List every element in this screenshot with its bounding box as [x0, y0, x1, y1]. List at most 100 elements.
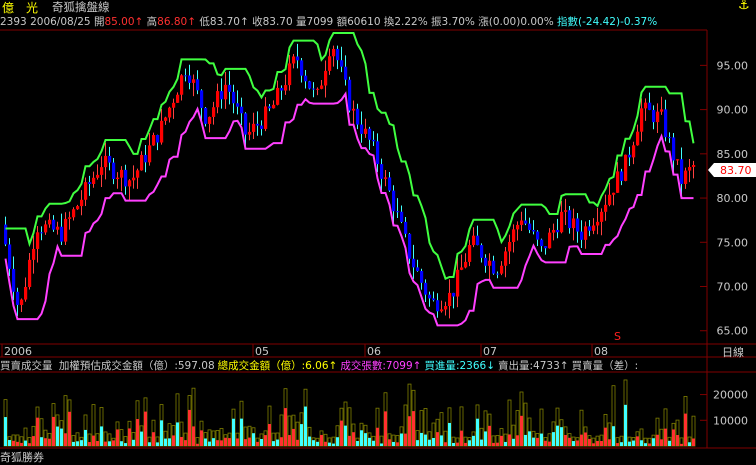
candle-body: [452, 292, 456, 297]
volume-buy-bar: [464, 442, 467, 446]
volume-buy-bar: [168, 438, 171, 446]
volume-buy-bar: [640, 440, 643, 446]
volume-buy-bar: [16, 441, 19, 446]
candle-body: [76, 206, 80, 210]
candle-body: [432, 298, 436, 301]
candle-body: [136, 170, 140, 178]
volume-buy-bar: [132, 439, 135, 446]
candle-body: [296, 56, 300, 61]
volume-buy-bar: [688, 442, 691, 446]
candle-body: [680, 159, 684, 184]
candle-body: [464, 261, 468, 268]
candle-body: [168, 107, 172, 118]
volume-buy-bar: [48, 438, 51, 446]
price-tick-label: 65.00: [717, 325, 749, 338]
candle-body: [280, 87, 284, 91]
volume-buy-bar: [196, 443, 199, 446]
volume-buy-bar: [60, 428, 63, 446]
candle-body: [480, 245, 484, 258]
candle-body: [264, 106, 268, 129]
candle-body: [248, 131, 252, 135]
candle-body: [588, 226, 592, 231]
volume-buy-bar: [432, 437, 435, 446]
candle-body: [320, 85, 324, 89]
volume-buy-bar: [560, 427, 563, 446]
volume-tick-label: 10000: [713, 414, 748, 427]
candle-body: [40, 232, 44, 234]
period-label[interactable]: 日線: [722, 345, 744, 359]
volume-buy-bar: [536, 437, 539, 446]
volume-buy-bar: [620, 442, 623, 446]
price-tick-label: 75.00: [717, 236, 749, 249]
candle-body: [144, 154, 148, 163]
chart-canvas[interactable]: 95.00 90.00 85.00 80.00 75.00 70.00 65.00 2006 0…: [0, 0, 756, 463]
candle-body: [192, 79, 196, 83]
time-tick-label: 06: [367, 345, 381, 358]
volume-tick-label: 20000: [713, 389, 748, 402]
candle-body: [496, 273, 500, 275]
candle-body: [392, 190, 396, 212]
candle-body: [572, 218, 576, 229]
candle-body: [664, 109, 668, 138]
candle-body: [400, 211, 404, 222]
volume-buy-bar: [84, 429, 87, 446]
candle-body: [208, 116, 212, 124]
candle-body: [552, 229, 556, 233]
volume-buy-bar: [148, 442, 151, 446]
volume-buy-bar: [360, 430, 363, 446]
candle-body: [556, 229, 560, 233]
volume-buy-bar: [544, 440, 547, 446]
volume-buy-bar: [328, 442, 331, 446]
volume-buy-bar: [420, 432, 423, 446]
volume-buy-bar: [100, 426, 103, 446]
candle-body: [156, 135, 160, 143]
volume-buy-bar: [256, 441, 259, 446]
volume-buy-bar: [296, 439, 299, 446]
candle-body: [88, 182, 92, 184]
volume-buy-bar: [384, 411, 387, 446]
volume-buy-bar: [568, 437, 571, 446]
candle-body: [196, 79, 200, 91]
candle-body: [328, 56, 332, 71]
volume-buy-bar: [56, 426, 59, 446]
volume-buy-bar: [208, 441, 211, 446]
candle-body: [476, 235, 480, 246]
volume-buy-bar: [524, 434, 527, 446]
candle-body: [172, 102, 176, 108]
candle-body: [312, 88, 316, 90]
volume-buy-bar: [252, 433, 255, 446]
candle-body: [636, 131, 640, 146]
candle-body: [104, 155, 108, 168]
candle-body: [492, 260, 496, 274]
volume-buy-bar: [676, 435, 679, 446]
volume-buy-bar: [112, 440, 115, 446]
volume-buy-bar: [212, 438, 215, 446]
volume-buy-bar: [540, 433, 543, 446]
candle-body: [128, 180, 132, 187]
price-tick-label: 80.00: [717, 192, 749, 205]
candle-body: [608, 194, 612, 205]
candle-body: [624, 154, 628, 181]
candle-body: [20, 299, 24, 305]
volume-buy-bar: [496, 442, 499, 446]
candle-body: [512, 229, 516, 242]
candle-body: [456, 269, 460, 297]
time-tick-label: 08: [594, 345, 608, 358]
volume-buy-bar: [500, 435, 503, 446]
candle-body: [376, 141, 380, 165]
candle-body: [32, 248, 36, 260]
volume-buy-bar: [636, 436, 639, 446]
candle-body: [368, 128, 372, 140]
candle-body: [340, 60, 344, 67]
volume-buy-bar: [572, 441, 575, 446]
volume-buy-bar: [664, 428, 667, 446]
volume-buy-bar: [324, 441, 327, 446]
volume-buy-bar: [600, 440, 603, 446]
candle-body: [116, 177, 120, 180]
candle-body: [384, 177, 388, 179]
volume-buy-bar: [180, 436, 183, 446]
volume-info-item: 賣出量:4733↑: [498, 360, 569, 372]
volume-buy-bar: [156, 442, 159, 446]
candle-body: [92, 177, 96, 184]
volume-buy-bar: [596, 440, 599, 446]
